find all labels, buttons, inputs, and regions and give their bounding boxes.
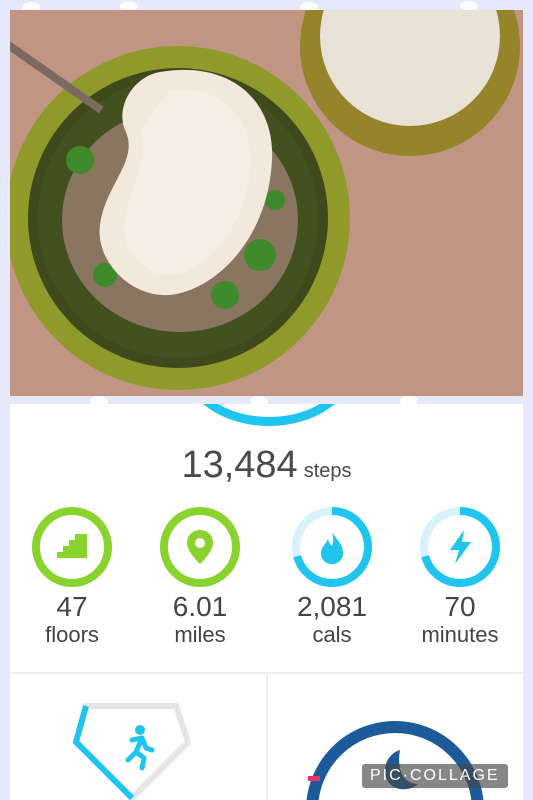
flame-icon	[321, 532, 343, 564]
lightning-icon	[450, 530, 471, 564]
steps-summary: 13,484 steps	[10, 444, 523, 487]
floors-value: 47	[56, 591, 88, 622]
active-minutes-tile[interactable]	[72, 702, 192, 800]
steps-unit: steps	[303, 460, 352, 482]
food-photo-illustration	[10, 10, 523, 396]
cals-ring	[292, 507, 372, 587]
minutes-label: minutes	[421, 622, 499, 647]
miles-label: miles	[174, 622, 226, 647]
steps-progress-ring	[184, 404, 354, 426]
stat-miles[interactable]: 6.01 miles	[140, 506, 260, 648]
steps-value: 13,484	[181, 444, 298, 486]
minutes-value: 70	[444, 591, 476, 622]
cals-label: cals	[312, 622, 352, 647]
activity-dashboard: 13,484 steps 47 floors 6.01 miles 2,081 …	[10, 404, 523, 800]
floors-label: floors	[45, 622, 99, 647]
minutes-ring	[420, 507, 500, 587]
stat-cals[interactable]: 2,081 cals	[272, 506, 392, 648]
stat-minutes[interactable]: 70 minutes	[400, 506, 520, 648]
stairs-icon	[57, 534, 87, 558]
divider-vertical	[266, 674, 268, 800]
hexagon-badge	[72, 703, 192, 800]
miles-value: 6.01	[172, 591, 228, 622]
location-pin-icon	[187, 530, 213, 564]
floors-ring	[32, 507, 112, 587]
cals-value: 2,081	[296, 591, 368, 622]
watermark: PIC·COLLAGE	[362, 764, 508, 788]
miles-ring	[160, 507, 240, 587]
running-person-icon	[125, 725, 155, 771]
food-photo	[10, 10, 523, 396]
stat-floors[interactable]: 47 floors	[12, 506, 132, 648]
